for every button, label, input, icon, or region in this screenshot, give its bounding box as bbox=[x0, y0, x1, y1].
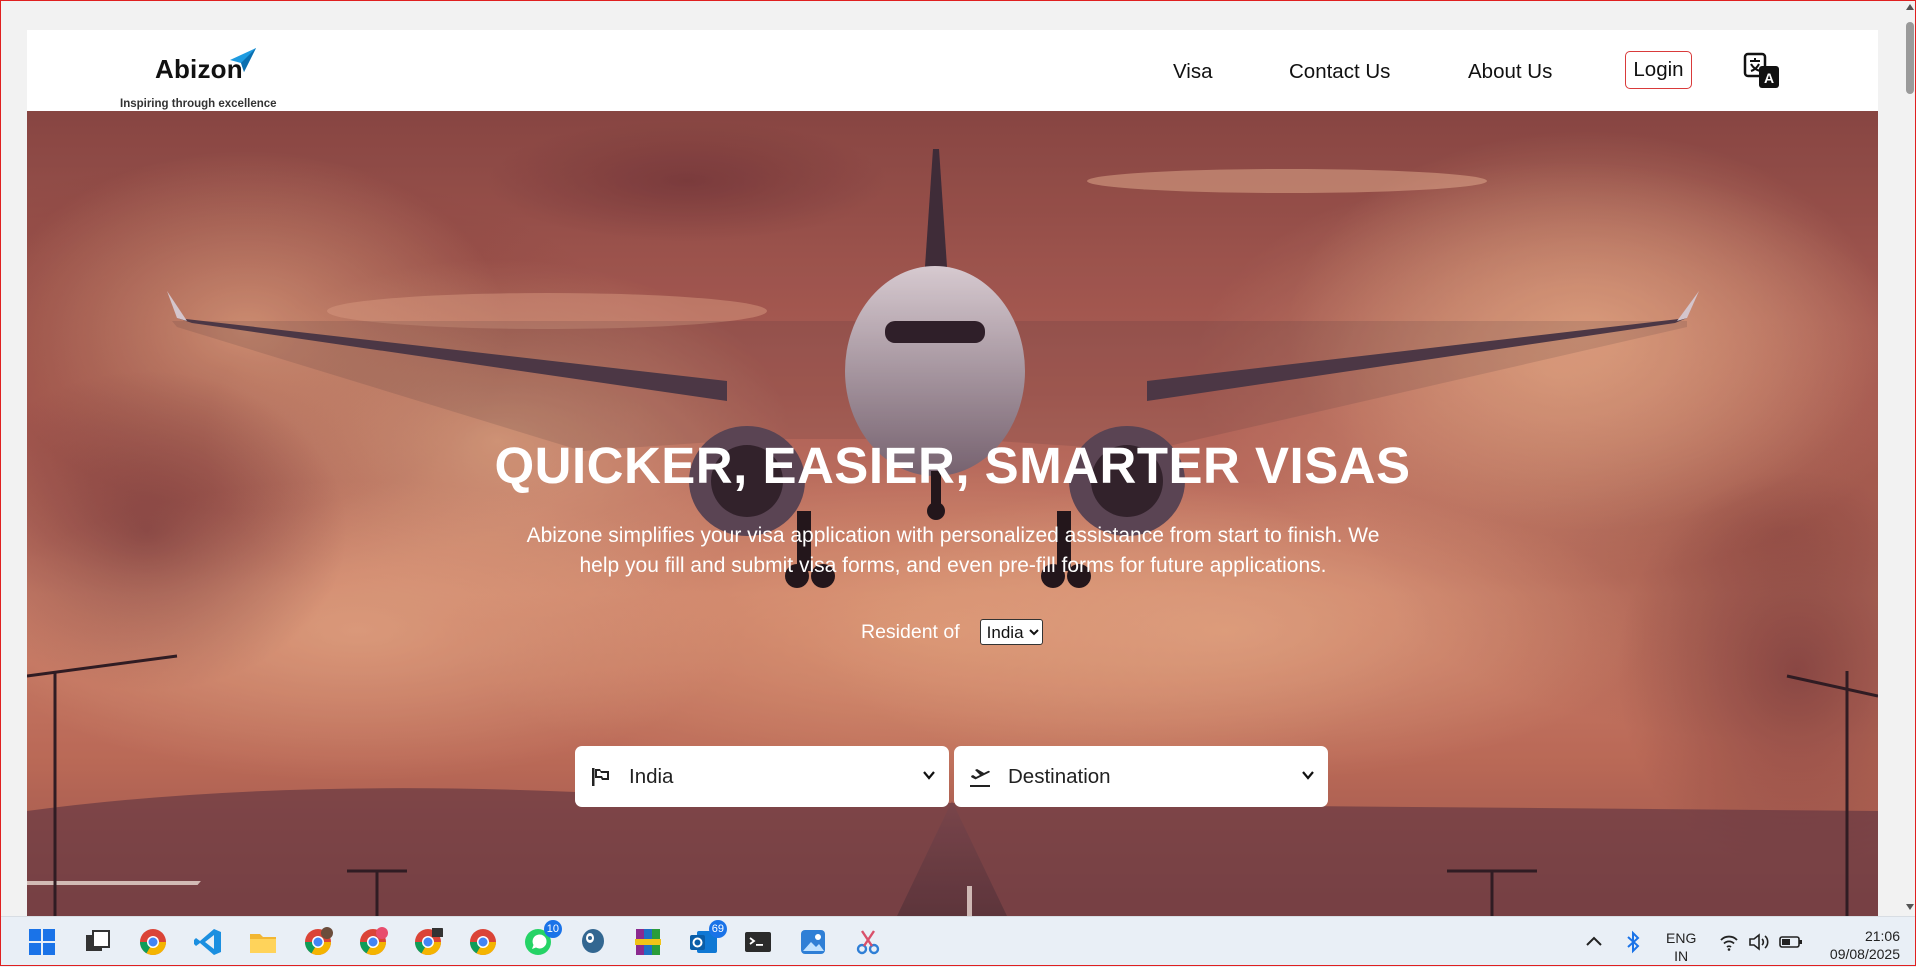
hero-description: Abizone simplifies your visa application… bbox=[526, 524, 1380, 577]
chrome-profile-icon[interactable] bbox=[302, 926, 334, 958]
destination-value: Destination bbox=[1008, 765, 1111, 788]
airplane-takeoff-icon bbox=[970, 769, 990, 787]
postgresql-icon[interactable] bbox=[577, 926, 609, 958]
whatsapp-badge: 10 bbox=[543, 920, 562, 938]
photos-icon[interactable] bbox=[797, 926, 829, 958]
resident-of-label: Resident of bbox=[861, 620, 960, 643]
chevron-down-icon bbox=[923, 771, 935, 780]
clock[interactable]: 21:06 09/08/2025 bbox=[1818, 927, 1900, 963]
nav-contact-us[interactable]: Contact Us bbox=[1289, 60, 1390, 84]
region-code: IN bbox=[1674, 948, 1689, 964]
scroll-down-arrow-icon[interactable] bbox=[1906, 904, 1914, 910]
vscode-icon[interactable] bbox=[192, 926, 224, 958]
logo-tagline: Inspiring through excellence bbox=[120, 98, 277, 110]
web-page: Abizon Inspiring through excellence Visa… bbox=[27, 30, 1878, 916]
hero-title: QUICKER, EASIER, SMARTER VISAS bbox=[494, 437, 1411, 494]
resident-country-select[interactable]: India bbox=[979, 619, 1043, 645]
resident-of-row: Resident of India bbox=[861, 619, 1043, 645]
origin-country-value: India bbox=[629, 765, 674, 788]
svg-text:A: A bbox=[1764, 70, 1774, 86]
wifi-icon[interactable] bbox=[1718, 926, 1740, 958]
snipping-tool-icon[interactable] bbox=[852, 926, 884, 958]
task-view-icon[interactable] bbox=[82, 926, 114, 958]
terminal-icon[interactable] bbox=[742, 926, 774, 958]
chrome-profile-icon[interactable] bbox=[467, 926, 499, 958]
nav-visa[interactable]: Visa bbox=[1173, 60, 1213, 84]
paper-plane-icon bbox=[230, 48, 256, 72]
input-language[interactable]: ENG IN bbox=[1666, 929, 1696, 965]
hero-banner: QUICKER, EASIER, SMARTER VISAS Abizone s… bbox=[27, 111, 1878, 916]
windows-start-icon[interactable] bbox=[26, 926, 58, 958]
flag-icon bbox=[592, 768, 609, 786]
file-explorer-icon[interactable] bbox=[247, 926, 279, 958]
chrome-profile-icon[interactable] bbox=[357, 926, 389, 958]
outlook-app[interactable]: 69 bbox=[687, 920, 727, 958]
destination-country-select[interactable]: Destination bbox=[954, 746, 1328, 807]
outlook-badge: 69 bbox=[708, 920, 727, 938]
chrome-profile-icon[interactable] bbox=[412, 926, 444, 958]
site-header: Abizon Inspiring through excellence Visa… bbox=[27, 30, 1878, 111]
login-button[interactable]: Login bbox=[1625, 51, 1692, 89]
winrar-icon[interactable] bbox=[632, 926, 664, 958]
volume-icon[interactable] bbox=[1747, 926, 1771, 958]
vertical-scrollbar[interactable] bbox=[1903, 0, 1916, 916]
nav-about-us[interactable]: About Us bbox=[1468, 60, 1552, 84]
chrome-icon[interactable] bbox=[137, 926, 169, 958]
chevron-down-icon bbox=[1302, 771, 1314, 780]
airplane-background-image bbox=[27, 111, 1878, 916]
scrollbar-thumb[interactable] bbox=[1906, 22, 1914, 94]
logo[interactable]: Abizon Inspiring through excellence bbox=[120, 44, 280, 110]
chevron-up-icon[interactable] bbox=[1583, 926, 1605, 958]
time-text: 21:06 bbox=[1864, 928, 1900, 944]
date-text: 09/08/2025 bbox=[1829, 946, 1900, 962]
battery-icon[interactable] bbox=[1778, 926, 1804, 958]
origin-country-select[interactable]: India bbox=[575, 746, 949, 807]
whatsapp-app[interactable]: 10 bbox=[522, 920, 562, 958]
bluetooth-icon[interactable] bbox=[1622, 926, 1644, 958]
language-code: ENG bbox=[1666, 930, 1697, 946]
translate-icon[interactable]: A bbox=[1742, 51, 1782, 91]
windows-taskbar: 10 69 ENG IN 21:06 09/08/2025 bbox=[0, 916, 1916, 967]
scroll-up-arrow-icon[interactable] bbox=[1906, 4, 1914, 10]
